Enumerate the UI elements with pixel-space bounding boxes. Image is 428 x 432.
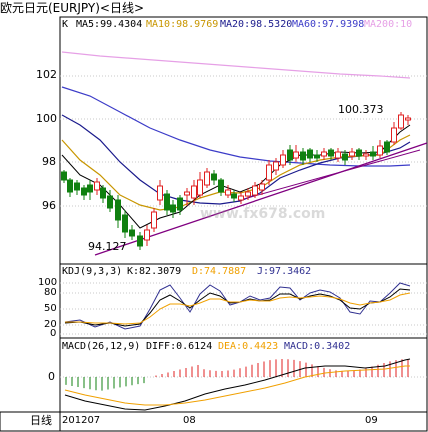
y-tick: 100 [36,112,57,125]
date-label: 201207 [62,415,101,426]
main-gridlines [60,75,427,207]
candle-body [252,185,258,196]
kdj-y-tick: 50 [44,303,57,314]
period-label[interactable]: 日线 [30,415,52,427]
ma200-label: MA200:10 [364,19,413,30]
candle-body [307,149,313,159]
kdj-d-value: D:74.7887 [192,266,247,277]
date-label: 09 [365,415,378,426]
candle-body [74,182,80,191]
candle-body [342,153,348,161]
kdj-y-tick: 0 [50,328,57,339]
kdj-y-tick: 80 [44,287,57,298]
candle-body [184,191,190,196]
main-panel-label: K [62,19,69,30]
candle-body [328,149,334,157]
candle-body [225,189,231,196]
candlestick-series [61,112,411,250]
macd-dea-value: DEA:0.4423 [218,341,279,352]
candle-body [81,187,87,196]
candle-body [122,214,128,233]
kdj-k-line [64,288,411,327]
watermark: www.fx678.com [200,206,326,222]
candle-body [170,204,176,213]
candle-body [197,179,203,196]
macd-y-tick: 0 [48,370,55,383]
candle-body [231,193,237,199]
candle-body [157,185,163,201]
candle-body [370,151,376,157]
candle-body [100,187,106,199]
candle-body [349,151,355,157]
candle-body [94,181,100,191]
candle-body [151,211,157,229]
candle-body [293,151,299,159]
candle-body [115,199,121,221]
macd-histogram [65,359,409,391]
candle-body [266,164,272,181]
candle-body [211,173,217,181]
ma200-line [61,51,411,79]
main-panel-frame [59,16,428,265]
candle-body [280,154,286,166]
macd-value: MACD:0.3402 [284,341,351,352]
candle-body [144,229,150,241]
candle-body [377,145,383,156]
ma60-label: MA60:97.9398 [292,19,365,30]
candle-body [137,235,143,247]
candle-body [356,149,362,157]
candle-body [300,151,306,161]
macd-dea-line [64,365,410,406]
candle-body [87,184,93,193]
candle-body [67,179,73,193]
candle-body [129,229,135,237]
candle-body [384,141,390,153]
kdj-header: KDJ(9,3,3) [62,266,123,277]
candle-body [191,185,197,199]
y-tick: 96 [42,199,56,212]
candle-body [238,195,244,201]
candle-body [259,183,265,191]
kdj-j-line [64,282,411,330]
candle-body [287,149,293,161]
ma5-label: MA5:99.4304 [76,19,143,30]
candle-body [164,193,170,211]
candle-body [245,191,251,197]
macd-diff-line [64,358,411,411]
ma20-label: MA20:98.5320 [220,19,293,30]
low-annotation: 94.127 [88,240,127,253]
candle-body [391,127,397,143]
kdj-gridlines [60,282,427,335]
candle-body [321,151,327,157]
candle-body [335,151,341,159]
ma10-label: MA10:98.9769 [146,19,219,30]
candle-body [398,114,404,129]
candle-body [177,197,183,211]
candle-body [61,171,67,181]
candle-body [107,195,113,209]
macd-diff-value: DIFF:0.6124 [146,341,213,352]
candle-body [314,154,320,159]
chart-window: 欧元日元(EURJPY)<日线> K MA5:99.4304 MA10:98.9… [0,0,428,432]
candle-body [204,171,210,186]
y-tick: 102 [36,68,57,81]
kdj-k-value: K:82.3079 [127,266,182,277]
candle-body [363,153,369,157]
date-label: 08 [183,415,196,426]
kdj-j-value: J:97.3462 [257,266,312,277]
high-annotation: 100.373 [338,103,384,116]
y-tick: 98 [42,155,56,168]
macd-header: MACD(26,12,9) [62,341,141,352]
candle-body [218,179,224,193]
candle-body [405,117,411,121]
candle-body [273,161,279,171]
